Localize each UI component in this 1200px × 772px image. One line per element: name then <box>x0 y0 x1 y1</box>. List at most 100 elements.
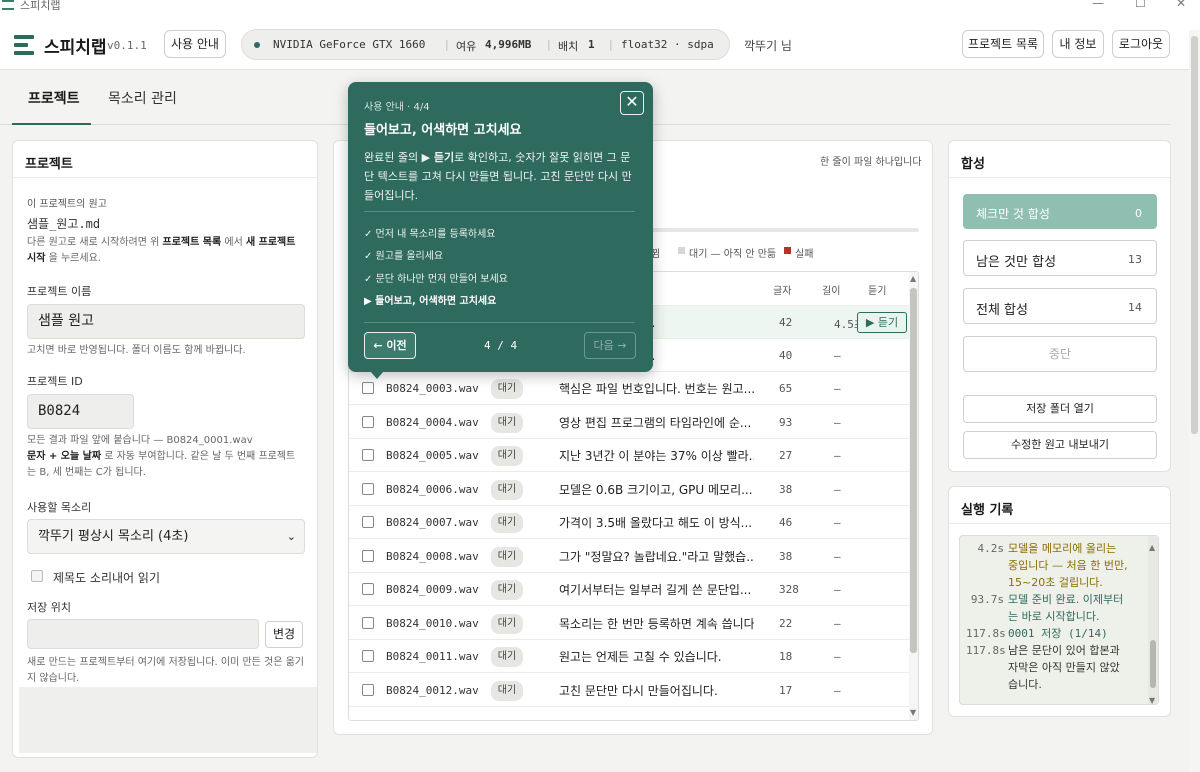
minimize-icon[interactable]: — <box>1092 0 1104 10</box>
table-row[interactable]: B0824_0010.wav 대기 목소리는 한 번만 등록하면 계속 씁니다. 22… <box>349 607 909 640</box>
open-folder-button[interactable]: 저장 폴더 열기 <box>963 395 1157 423</box>
log-scroll-up-icon[interactable]: ▲ <box>1149 539 1155 556</box>
log-scroll-thumb[interactable] <box>1150 640 1156 688</box>
logo-icon <box>14 35 34 55</box>
guide-prev-button[interactable]: ← 이전 <box>364 332 416 359</box>
status-badge: 대기 <box>491 580 523 600</box>
brand-name: 스피치랩 <box>44 38 107 58</box>
guide-button[interactable]: 사용 안내 <box>164 30 226 58</box>
row-checkbox[interactable] <box>362 583 374 595</box>
scroll-up-icon[interactable]: ▲ <box>910 274 916 283</box>
guide-checklist-item: ✓ 원고를 올리세요 <box>364 251 444 262</box>
save-location-label: 저장 위치 <box>27 601 71 614</box>
chevron-down-icon: ⌄ <box>286 530 296 543</box>
synthesis-panel: 합성 체크만 것 합성 0 남은 것만 합성 13 전체 합성 14 중단 저장 폴더… <box>948 140 1171 472</box>
table-row[interactable]: B0824_0012.wav 대기 고친 문단만 다시 만들어집니다. 17— <box>349 674 909 707</box>
row-checkbox[interactable] <box>362 449 374 461</box>
voice-select[interactable]: 깍뚜기 평상시 목소리 (4초) ⌄ <box>27 519 305 554</box>
row-checkbox[interactable] <box>362 684 374 696</box>
profile-button[interactable]: 내 정보 <box>1052 30 1104 58</box>
guide-checklist-item: ✓ 문단 하나만 먼저 만들어 보세요 <box>364 274 508 285</box>
gpu-status-bar: NVIDIA GeForce GTX 1660 | 여유 4,996MB | 배… <box>241 29 730 60</box>
window-title: 스피치랩 <box>20 0 61 12</box>
table-row[interactable]: B0824_0007.wav 대기 가격이 3.5배 올랐다고 해도 이 방식...… <box>349 506 909 539</box>
project-name-input[interactable]: 샘플 원고 <box>27 304 305 339</box>
close-window-icon[interactable]: ✕ <box>1176 0 1186 10</box>
save-location-field <box>27 619 259 649</box>
col-listen: 듣기 <box>868 286 887 297</box>
guide-step: 사용 안내 · 4/4 <box>364 102 430 113</box>
table-row[interactable]: B0824_0006.wav 대기 모델은 0.6B 크기이고, GPU 메모리..… <box>349 473 909 506</box>
id-hint: 모든 결과 파일 앞에 붙습니다 — B0824_0001.wav 문자 + 오늘… <box>27 435 296 478</box>
table-row[interactable]: B0824_0008.wav 대기 그가 "정말요? 놀랍네요."라고 말했습...… <box>349 540 909 573</box>
table-row[interactable]: B0824_0005.wav 대기 지난 3년간 이 분야는 37% 이상 빨라..… <box>349 439 909 472</box>
read-title-checkbox[interactable] <box>31 570 43 582</box>
table-scroll-thumb[interactable] <box>910 288 917 653</box>
tab-project[interactable]: 프로젝트 <box>28 88 80 108</box>
status-badge: 대기 <box>491 547 523 567</box>
log-title: 실행 기록 <box>961 503 1014 518</box>
row-checkbox[interactable] <box>362 550 374 562</box>
synthesize-checked-button[interactable]: 체크만 것 합성 0 <box>963 194 1157 229</box>
row-checkbox[interactable] <box>362 650 374 662</box>
table-row[interactable]: B0824_0003.wav 대기 핵심은 파일 번호입니다. 번호는 원고... 6… <box>349 372 909 405</box>
popover-arrow <box>370 371 384 379</box>
status-badge: 대기 <box>491 413 523 433</box>
export-script-button[interactable]: 수정한 원고 내보내기 <box>963 431 1157 459</box>
guide-popover: 사용 안내 · 4/4 ✕ 들어보고, 어색하면 고치세요 완료된 줄의 ▶ 듣… <box>348 82 653 379</box>
legend-fail-swatch <box>784 247 791 254</box>
log-area[interactable]: 4.2s 모델을 메모리에 올리는 중입니다 — 처음 한 번만, 15~20초 … <box>959 535 1159 705</box>
stop-button[interactable]: 중단 <box>963 336 1157 372</box>
source-file: 샘플_원고.md <box>27 217 101 231</box>
row-checkbox[interactable] <box>362 382 374 394</box>
guide-page: 4 / 4 <box>484 339 518 352</box>
synthesize-remaining-button[interactable]: 남은 것만 합성 13 <box>963 240 1157 276</box>
legend-wait-swatch <box>678 247 685 254</box>
log-entry: 117.8s 남은 문단이 있어 합본과 자막은 아직 만들지 않았습니다. <box>966 644 1120 691</box>
status-badge: 대기 <box>491 681 523 701</box>
status-badge: 대기 <box>491 379 523 399</box>
scroll-down-icon[interactable]: ▼ <box>910 708 916 717</box>
close-icon[interactable]: ✕ <box>620 91 644 115</box>
change-location-button[interactable]: 변경 <box>265 621 303 648</box>
guide-next-button[interactable]: 다음 → <box>584 332 636 359</box>
row-checkbox[interactable] <box>362 516 374 528</box>
maximize-icon[interactable]: ☐ <box>1135 0 1146 10</box>
status-badge: 대기 <box>491 647 523 667</box>
batch-value: 1 <box>588 38 595 51</box>
name-hint: 고치면 바로 반영됩니다. 폴더 이름도 함께 바뀝니다. <box>27 345 246 356</box>
status-badge: 대기 <box>491 513 523 533</box>
table-row[interactable]: B0824_0004.wav 대기 영상 편집 프로그램의 타임라인에 순... 93… <box>349 406 909 439</box>
log-panel: 실행 기록 4.2s 모델을 메모리에 올리는 중입니다 — 처음 한 번만, 1… <box>948 486 1171 717</box>
listen-button[interactable]: ▶ 듣기 <box>857 312 907 333</box>
synthesis-title: 합성 <box>961 157 985 172</box>
synthesize-all-button[interactable]: 전체 합성 14 <box>963 288 1157 324</box>
table-row[interactable]: B0824_0011.wav 대기 원고는 언제든 고칠 수 있습니다. 18— <box>349 640 909 673</box>
guide-checklist-item: ✓ 먼저 내 목소리를 등록하세요 <box>364 229 496 240</box>
tab-voice-manage[interactable]: 목소리 관리 <box>108 88 177 108</box>
app-icon <box>2 0 14 10</box>
id-label: 프로젝트 ID <box>27 375 83 388</box>
precision-info: float32 · sdpa <box>621 38 714 51</box>
guide-title: 들어보고, 어색하면 고치세요 <box>364 123 522 138</box>
one-line-one-file-note: 한 줄이 파일 하나입니다 <box>820 157 922 168</box>
free-memory-value: 4,996MB <box>485 38 532 51</box>
page-scroll-thumb[interactable] <box>1191 36 1198 434</box>
row-checkbox[interactable] <box>362 617 374 629</box>
status-badge: 대기 <box>491 446 523 466</box>
row-checkbox[interactable] <box>362 483 374 495</box>
logout-button[interactable]: 로그아웃 <box>1112 30 1170 58</box>
window-titlebar: 스피치랩 — ☐ ✕ <box>0 0 1200 14</box>
free-memory-label: 여유 <box>456 40 477 53</box>
legend-fail: 실패 <box>795 249 814 260</box>
source-hint: 다른 원고로 새로 시작하려면 위 프로젝트 목록 에서 새 프로젝트 시작 을 … <box>27 237 296 264</box>
log-scroll-down-icon[interactable]: ▼ <box>1149 692 1155 709</box>
guide-description: 완료된 줄의 ▶ 듣기로 확인하고, 숫자가 잘못 읽히면 그 문단 텍스트를 … <box>364 151 632 202</box>
projects-button[interactable]: 프로젝트 목록 <box>962 30 1044 58</box>
read-title-label: 제목도 소리내어 읽기 <box>53 571 160 585</box>
table-row[interactable]: B0824_0009.wav 대기 여기서부터는 일부러 길게 쓴 문단입... 32… <box>349 573 909 606</box>
col-chars: 글자 <box>773 286 792 297</box>
user-name: 깍뚜기 님 <box>744 39 792 53</box>
row-checkbox[interactable] <box>362 416 374 428</box>
app-version: v0.1.1 <box>107 39 147 52</box>
